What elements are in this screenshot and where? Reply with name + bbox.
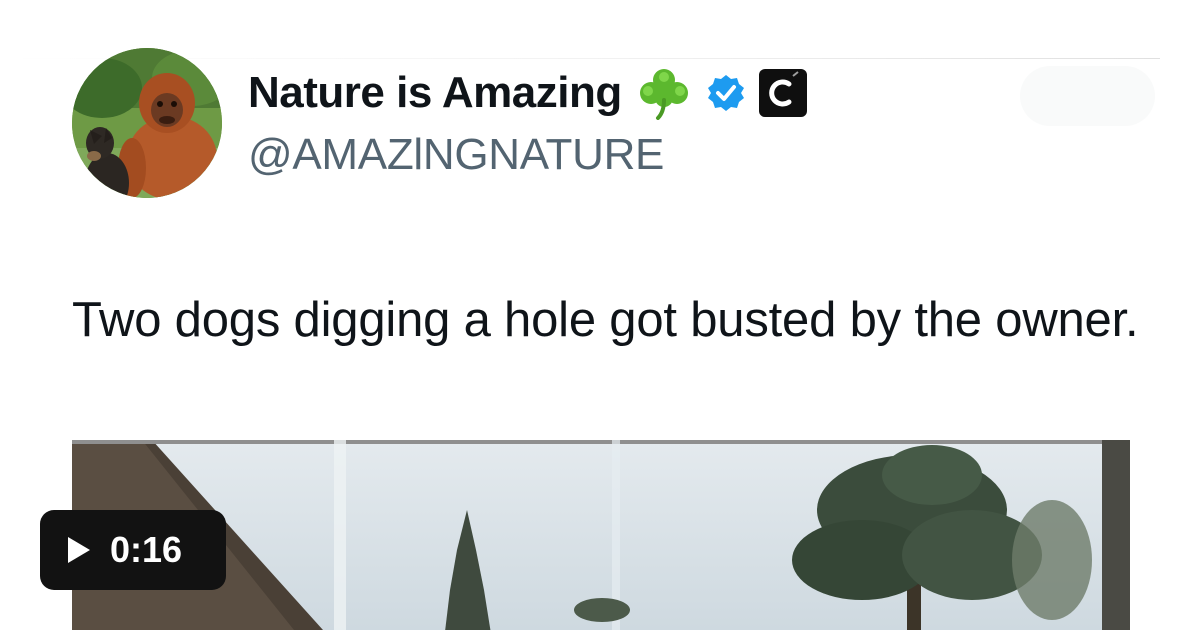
tweet-text: Two dogs digging a hole got busted by th… xyxy=(72,293,1139,347)
video-duration: 0:16 xyxy=(110,529,183,570)
video-thumbnail[interactable] xyxy=(72,440,1130,630)
video-duration-badge[interactable]: 0:16 xyxy=(40,510,226,590)
display-name[interactable]: Nature is Amazing xyxy=(248,68,622,118)
avatar[interactable] xyxy=(72,48,222,198)
shamrock-icon xyxy=(634,66,694,120)
follow-button-faded[interactable] xyxy=(1020,66,1155,126)
user-handle[interactable]: @AMAZlNGNATURE xyxy=(248,130,664,180)
c-logo-icon[interactable] xyxy=(758,68,808,118)
video-frame xyxy=(72,440,1130,630)
tweet-card: Nature is Amazing @AMAZlNGNATURE Two dog… xyxy=(0,0,1200,630)
play-icon xyxy=(66,535,92,565)
verified-badge-icon[interactable] xyxy=(706,73,746,113)
avatar-image xyxy=(72,48,222,198)
author-name-row: Nature is Amazing xyxy=(248,66,808,120)
